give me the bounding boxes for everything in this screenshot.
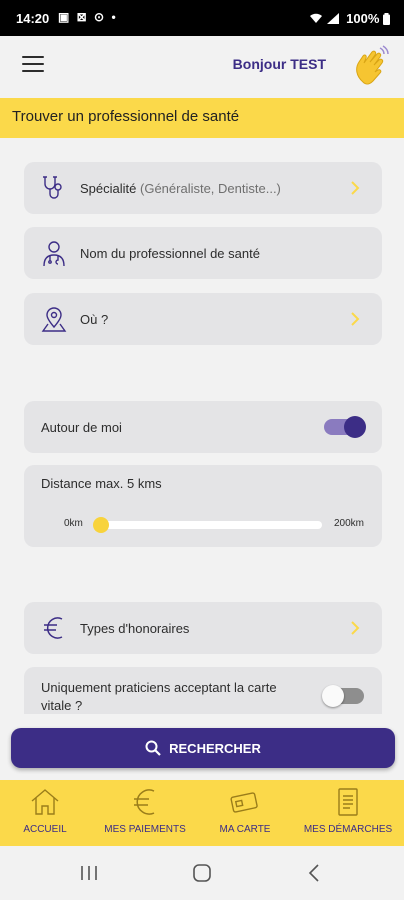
around-me-toggle[interactable]	[324, 416, 366, 438]
fee-types-label: Types d'honoraires	[80, 621, 190, 636]
toggle-knob	[322, 685, 344, 707]
doctor-icon	[43, 241, 65, 267]
waving-hand-icon	[356, 45, 389, 85]
search-button-label: RECHERCHER	[169, 740, 261, 756]
professional-name-placeholder: Nom du professionnel de santé	[80, 246, 260, 261]
page-banner: Trouver un professionnel de santé	[0, 98, 404, 138]
toggle-knob	[344, 416, 366, 438]
bottom-nav: ACCUEIL MES PAIEMENTS MA CARTE MES DÉMAR…	[0, 780, 404, 846]
nav-label-procedures: MES DÉMARCHES	[303, 824, 393, 835]
recent-apps-icon[interactable]	[80, 865, 98, 881]
distance-min-label: 0km	[64, 518, 83, 529]
distance-slider-track[interactable]	[100, 521, 322, 529]
document-icon	[338, 788, 358, 816]
search-icon	[145, 740, 161, 756]
distance-label: Distance max. 5 kms	[41, 476, 162, 491]
app-header: Bonjour TEST	[0, 36, 404, 98]
search-button[interactable]: RECHERCHER	[11, 728, 395, 768]
speciality-selector[interactable]: Spécialité (Généraliste, Dentiste...)	[24, 162, 382, 214]
greeting: Bonjour TEST	[232, 56, 326, 72]
around-me-label: Autour de moi	[41, 420, 122, 435]
home-system-icon[interactable]	[192, 864, 212, 882]
euro-icon	[134, 789, 155, 815]
distance-card: Distance max. 5 kms 0km 200km	[24, 465, 382, 547]
euro-icon	[44, 617, 63, 639]
nav-label-payments: MES PAIEMENTS	[104, 824, 186, 835]
vitale-card-label: Uniquement praticiens acceptant la carte…	[41, 680, 277, 713]
distance-max-label: 200km	[334, 518, 365, 529]
nav-item-card[interactable]: MA CARTE	[200, 780, 290, 846]
fee-types-selector[interactable]: Types d'honoraires	[24, 602, 382, 654]
card-icon	[230, 792, 258, 813]
nav-item-procedures[interactable]: MES DÉMARCHES	[298, 780, 398, 846]
signal-icon	[326, 13, 339, 24]
status-right: 100%	[309, 11, 390, 26]
status-notification-icons: ▣ ⊠ ⊙ •	[58, 10, 118, 24]
speciality-label: Spécialité (Généraliste, Dentiste...)	[80, 181, 281, 196]
chevron-right-icon	[351, 621, 360, 635]
chevron-right-icon	[351, 181, 360, 195]
home-icon	[31, 789, 59, 815]
system-nav-bar	[0, 846, 404, 900]
battery-percent: 100%	[346, 11, 380, 26]
speciality-label-text: Spécialité	[80, 181, 137, 196]
back-icon[interactable]	[308, 864, 320, 882]
search-area: RECHERCHER	[0, 714, 404, 780]
speciality-hint: (Généraliste, Dentiste...)	[140, 181, 281, 196]
map-pin-icon	[41, 307, 67, 332]
nav-item-home[interactable]: ACCUEIL	[0, 780, 90, 846]
chevron-right-icon	[351, 312, 360, 326]
battery-icon	[383, 13, 390, 25]
vitale-card-toggle[interactable]	[322, 685, 364, 707]
status-time: 14:20	[16, 11, 50, 26]
professional-name-field[interactable]: Nom du professionnel de santé	[24, 227, 382, 279]
distance-slider-handle[interactable]	[93, 517, 109, 533]
nav-label-card: MA CARTE	[219, 824, 271, 835]
menu-icon[interactable]	[22, 56, 44, 74]
search-form: Spécialité (Généraliste, Dentiste...) No…	[0, 138, 404, 737]
around-me-row: Autour de moi	[24, 401, 382, 453]
nav-item-payments[interactable]: MES PAIEMENTS	[98, 780, 192, 846]
wifi-icon	[309, 13, 322, 23]
status-bar: 14:20 ▣ ⊠ ⊙ • 100%	[0, 0, 404, 36]
stethoscope-icon	[43, 176, 62, 199]
location-selector[interactable]: Où ?	[24, 293, 382, 345]
nav-label-home: ACCUEIL	[23, 824, 67, 835]
location-label: Où ?	[80, 312, 109, 327]
